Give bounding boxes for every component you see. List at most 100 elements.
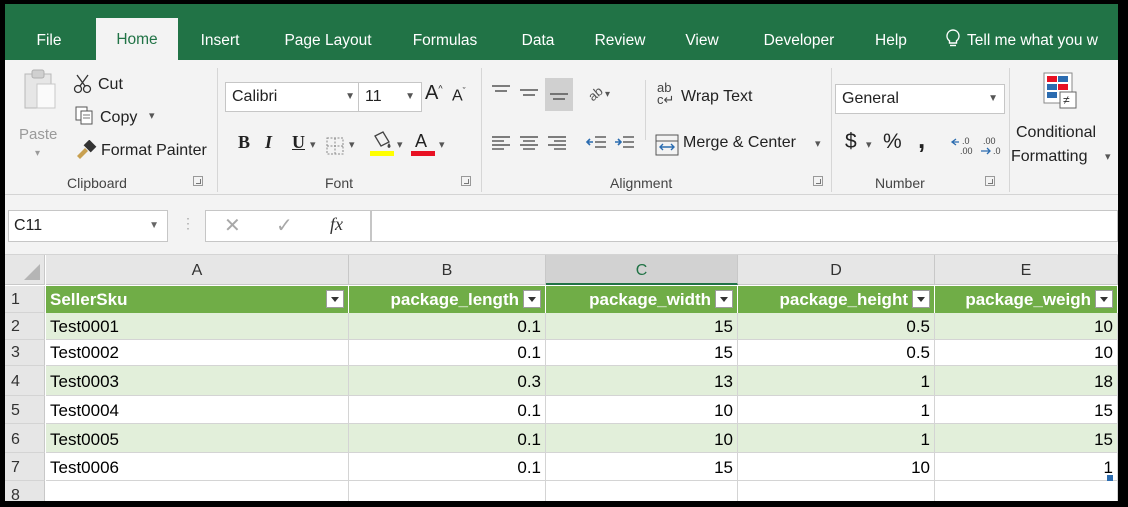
select-all-button[interactable] [5, 255, 45, 285]
paste-icon[interactable] [23, 68, 57, 117]
filter-dropdown-icon[interactable] [715, 290, 733, 308]
row-header-5[interactable]: 5 [5, 396, 45, 424]
cell-b3[interactable]: 0.1 [349, 340, 546, 366]
cell-b8[interactable] [349, 481, 546, 501]
cell-a7[interactable]: Test0006 [46, 453, 349, 481]
italic-button[interactable]: I [265, 132, 272, 153]
merge-center-button[interactable]: Merge & Center [683, 134, 796, 152]
cell-d8[interactable] [738, 481, 935, 501]
header-cell-package-weight[interactable]: package_weigh [935, 286, 1118, 313]
cell-d5[interactable]: 1 [738, 396, 935, 424]
format-painter-icon[interactable] [75, 139, 97, 165]
cell-a4[interactable]: Test0003 [46, 366, 349, 396]
align-right-icon[interactable] [545, 132, 569, 161]
row-header-3[interactable]: 3 [5, 340, 45, 366]
cut-button[interactable]: Cut [98, 76, 123, 94]
cell-c6[interactable]: 10 [546, 424, 738, 453]
decrease-decimal-icon[interactable]: .00.0 [979, 136, 1005, 163]
tab-developer[interactable]: Developer [750, 22, 848, 60]
conditional-formatting-icon[interactable]: ≠ [1043, 72, 1077, 115]
paste-dropdown-icon[interactable]: ▾ [35, 148, 40, 159]
name-box[interactable]: C11 ▼ [8, 210, 168, 242]
formula-input[interactable] [371, 210, 1118, 242]
orientation-icon[interactable]: ab ▾ [585, 80, 615, 109]
cell-e8[interactable] [935, 481, 1118, 501]
cell-a2[interactable]: Test0001 [46, 313, 349, 340]
cell-e7[interactable]: 1 [935, 453, 1118, 481]
cell-a6[interactable]: Test0005 [46, 424, 349, 453]
cell-c7[interactable]: 15 [546, 453, 738, 481]
wrap-text-icon[interactable]: ab c↵ [657, 81, 674, 106]
cancel-icon[interactable]: ✕ [224, 213, 241, 238]
cell-d7[interactable]: 10 [738, 453, 935, 481]
row-header-7[interactable]: 7 [5, 453, 45, 481]
cell-a8[interactable] [46, 481, 349, 501]
row-header-8[interactable]: 8 [5, 481, 45, 501]
header-cell-package-height[interactable]: package_height [738, 286, 935, 313]
bold-button[interactable]: B [238, 132, 250, 153]
cell-c2[interactable]: 15 [546, 313, 738, 340]
header-cell-package-length[interactable]: package_length [349, 286, 546, 313]
font-size-select[interactable]: 11 ▼ [358, 82, 422, 112]
filter-dropdown-icon[interactable] [523, 290, 541, 308]
percent-button[interactable]: % [883, 130, 902, 154]
column-header-a[interactable]: A [46, 255, 349, 285]
alignment-launcher-icon[interactable] [813, 176, 823, 186]
tab-page-layout[interactable]: Page Layout [271, 22, 385, 60]
align-bottom-icon[interactable] [545, 78, 573, 111]
tab-formulas[interactable]: Formulas [403, 22, 487, 60]
cell-e2[interactable]: 10 [935, 313, 1118, 340]
cell-d2[interactable]: 0.5 [738, 313, 935, 340]
cell-d3[interactable]: 0.5 [738, 340, 935, 366]
increase-decimal-icon[interactable]: .0.00 [950, 136, 976, 163]
copy-dropdown-icon[interactable]: ▾ [149, 109, 155, 122]
cell-c3[interactable]: 15 [546, 340, 738, 366]
currency-dropdown-icon[interactable]: ▾ [866, 138, 872, 151]
font-launcher-icon[interactable] [461, 176, 471, 186]
cell-e4[interactable]: 18 [935, 366, 1118, 396]
cell-b6[interactable]: 0.1 [349, 424, 546, 453]
cell-e5[interactable]: 15 [935, 396, 1118, 424]
header-cell-sellersku[interactable]: SellerSku [46, 286, 349, 313]
underline-dropdown-icon[interactable]: ▾ [310, 138, 316, 151]
cell-a3[interactable]: Test0002 [46, 340, 349, 366]
tab-file[interactable]: File [25, 22, 73, 60]
number-format-select[interactable]: General ▼ [835, 84, 1005, 114]
increase-indent-icon[interactable] [613, 132, 637, 161]
paste-label[interactable]: Paste [19, 126, 57, 143]
fill-color-icon[interactable] [369, 130, 395, 163]
merge-center-icon[interactable] [655, 134, 679, 161]
shrink-font-button[interactable]: Aˇ [452, 86, 466, 105]
row-header-2[interactable]: 2 [5, 313, 45, 340]
column-header-c[interactable]: C [546, 255, 738, 285]
filter-dropdown-icon[interactable] [1095, 290, 1113, 308]
filter-dropdown-icon[interactable] [912, 290, 930, 308]
column-header-b[interactable]: B [349, 255, 546, 285]
filter-dropdown-icon[interactable] [326, 290, 344, 308]
tab-help[interactable]: Help [867, 22, 915, 60]
tab-home[interactable]: Home [96, 18, 178, 60]
tab-data[interactable]: Data [513, 22, 563, 60]
tell-me-search[interactable]: Tell me what you w [945, 22, 1098, 60]
decrease-indent-icon[interactable] [585, 132, 609, 161]
column-header-d[interactable]: D [738, 255, 935, 285]
font-color-icon[interactable]: A [410, 130, 436, 163]
cell-c8[interactable] [546, 481, 738, 501]
row-header-4[interactable]: 4 [5, 366, 45, 396]
borders-icon[interactable] [325, 136, 345, 161]
cell-e3[interactable]: 10 [935, 340, 1118, 366]
cell-c5[interactable]: 10 [546, 396, 738, 424]
comma-button[interactable]: , [918, 124, 925, 155]
enter-icon[interactable]: ✓ [276, 213, 293, 238]
align-middle-icon[interactable] [517, 80, 541, 109]
tab-view[interactable]: View [675, 22, 729, 60]
row-header-1[interactable]: 1 [5, 286, 45, 313]
copy-button[interactable]: Copy [100, 109, 137, 127]
header-cell-package-width[interactable]: package_width [546, 286, 738, 313]
number-launcher-icon[interactable] [985, 176, 995, 186]
cell-b4[interactable]: 0.3 [349, 366, 546, 396]
align-top-icon[interactable] [489, 80, 513, 109]
align-left-icon[interactable] [489, 132, 513, 161]
wrap-text-button[interactable]: Wrap Text [681, 88, 752, 106]
column-header-e[interactable]: E [935, 255, 1118, 285]
